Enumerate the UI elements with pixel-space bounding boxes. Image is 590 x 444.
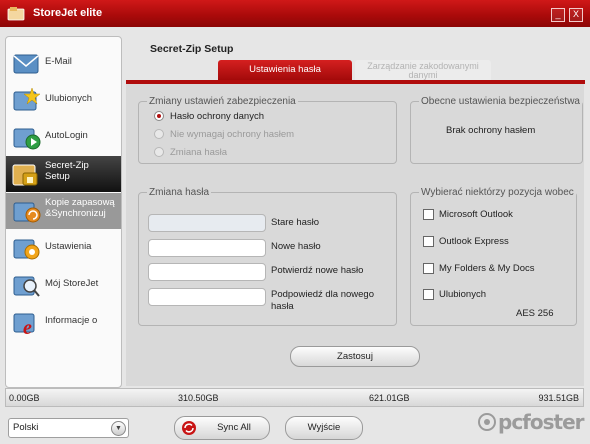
sidebar-item-label: AutoLogin	[45, 130, 88, 141]
checkbox-label: Ulubionych	[439, 289, 486, 300]
checkbox-label: Outlook Express	[439, 236, 509, 247]
checkbox-my-folders[interactable]	[423, 263, 434, 274]
password-change-legend: Zmiana hasła	[149, 187, 210, 198]
sidebar-item-label: Informacje o	[45, 315, 98, 326]
watermark: pcfoster	[478, 410, 585, 434]
radio-password-protection[interactable]	[154, 111, 164, 121]
minimize-button[interactable]: _	[551, 8, 565, 22]
page-title: Secret-Zip Setup	[150, 43, 234, 55]
sidebar-item-label: E-Mail	[45, 56, 72, 67]
settings-gear-icon	[13, 239, 40, 260]
radio-change-password[interactable]	[154, 147, 164, 157]
checkbox-label: My Folders & My Docs	[439, 263, 535, 274]
sidebar-item-label: Ulubionych	[45, 93, 92, 104]
password-hint-input[interactable]	[148, 288, 266, 306]
sidebar-item-about[interactable]: e Informacje o	[6, 304, 121, 340]
watermark-text: pcfoster	[498, 410, 585, 434]
watermark-logo-icon	[478, 413, 496, 431]
tab-password-settings[interactable]: Ustawienia hasła	[218, 60, 352, 80]
capacity-tick: 310.50GB	[178, 393, 219, 403]
items-group-legend: Wybierać niektórzy pozycja wobec	[421, 187, 574, 198]
security-group-legend: Zmiany ustawień zabezpieczenia	[149, 96, 296, 107]
window-title: StoreJet elite	[33, 7, 103, 19]
sync-icon	[182, 421, 196, 435]
tab-encrypted-data[interactable]: Zarządzanie zakodowanymi danymi	[355, 60, 491, 80]
autologin-icon	[13, 128, 41, 150]
apply-button[interactable]: Zastosuj	[290, 346, 420, 367]
radio-label: Hasło ochrony danych	[170, 111, 264, 122]
current-protection-value: Brak ochrony hasłem	[446, 125, 536, 136]
sidebar-item-secret-zip[interactable]: Secret-Zip Setup	[6, 156, 121, 192]
settings-panel: Zmiany ustawień zabezpieczenia Hasło och…	[126, 84, 584, 386]
sync-all-label: Sync All	[217, 422, 251, 433]
new-password-input[interactable]	[148, 239, 266, 257]
sidebar: E-Mail Ulubionych AutoLogin Secret-Zip S…	[5, 36, 122, 388]
checkbox-favorites[interactable]	[423, 289, 434, 300]
chevron-down-icon[interactable]: ▼	[111, 421, 126, 436]
radio-label: Zmiana hasła	[170, 147, 228, 158]
capacity-tick: 0.00GB	[9, 393, 40, 403]
close-button[interactable]: X	[569, 8, 583, 22]
email-icon	[13, 54, 39, 74]
old-password-label: Stare hasło	[271, 217, 320, 228]
new-password-label: Nowe hasło	[271, 241, 321, 252]
sidebar-item-label: Mój StoreJet	[45, 278, 99, 289]
sidebar-item-label: Secret-Zip Setup	[45, 160, 89, 182]
checkbox-label: Microsoft Outlook	[439, 209, 513, 220]
my-storejet-search-icon	[13, 276, 40, 297]
sidebar-item-label: Kopie zapasową &Synchronizuj	[45, 197, 115, 219]
sidebar-item-backup-sync[interactable]: Kopie zapasową &Synchronizuj	[6, 193, 121, 229]
radio-no-password[interactable]	[154, 129, 164, 139]
items-group: Wybierać niektórzy pozycja wobec	[410, 187, 577, 326]
confirm-password-input[interactable]	[148, 263, 266, 281]
checkbox-microsoft-outlook[interactable]	[423, 209, 434, 220]
sidebar-item-my-storejet[interactable]: Mój StoreJet	[6, 267, 121, 303]
capacity-bar: 0.00GB 310.50GB 621.01GB 931.51GB	[5, 388, 584, 407]
exit-button[interactable]: Wyjście	[285, 416, 363, 440]
sidebar-item-label: Ustawienia	[45, 241, 92, 252]
checkbox-outlook-express[interactable]	[423, 236, 434, 247]
sidebar-item-settings[interactable]: Ustawienia	[6, 230, 121, 266]
capacity-tick: 621.01GB	[369, 393, 410, 403]
title-bar: StoreJet elite _ X	[0, 0, 590, 27]
old-password-input[interactable]	[148, 214, 266, 232]
encryption-type: AES 256	[516, 308, 554, 319]
capacity-tick: 931.51GB	[538, 393, 579, 403]
favorites-icon	[13, 87, 41, 111]
sync-all-button[interactable]: Sync All	[174, 416, 270, 440]
sidebar-item-favorites[interactable]: Ulubionych	[6, 82, 121, 118]
sidebar-item-email[interactable]: E-Mail	[6, 45, 121, 81]
radio-label: Nie wymagaj ochrony hasłem	[170, 129, 295, 140]
confirm-password-label: Potwierdź nowe hasło	[271, 265, 364, 276]
password-hint-label: Podpowiedź dla nowego hasła	[271, 289, 374, 312]
current-settings-legend: Obecne ustawienia bezpieczeństwa	[421, 96, 580, 107]
secret-zip-icon	[12, 164, 38, 186]
app-window: StoreJet elite _ X E-Mail Ulubionych Aut…	[0, 0, 590, 444]
sidebar-item-autologin[interactable]: AutoLogin	[6, 119, 121, 155]
language-value: Polski	[13, 422, 39, 433]
svg-text:e: e	[23, 317, 32, 336]
info-browser-icon: e	[13, 313, 35, 336]
backup-sync-icon	[13, 202, 41, 223]
storejet-logo-icon	[7, 7, 25, 21]
language-select[interactable]: Polski ▼	[8, 418, 129, 438]
